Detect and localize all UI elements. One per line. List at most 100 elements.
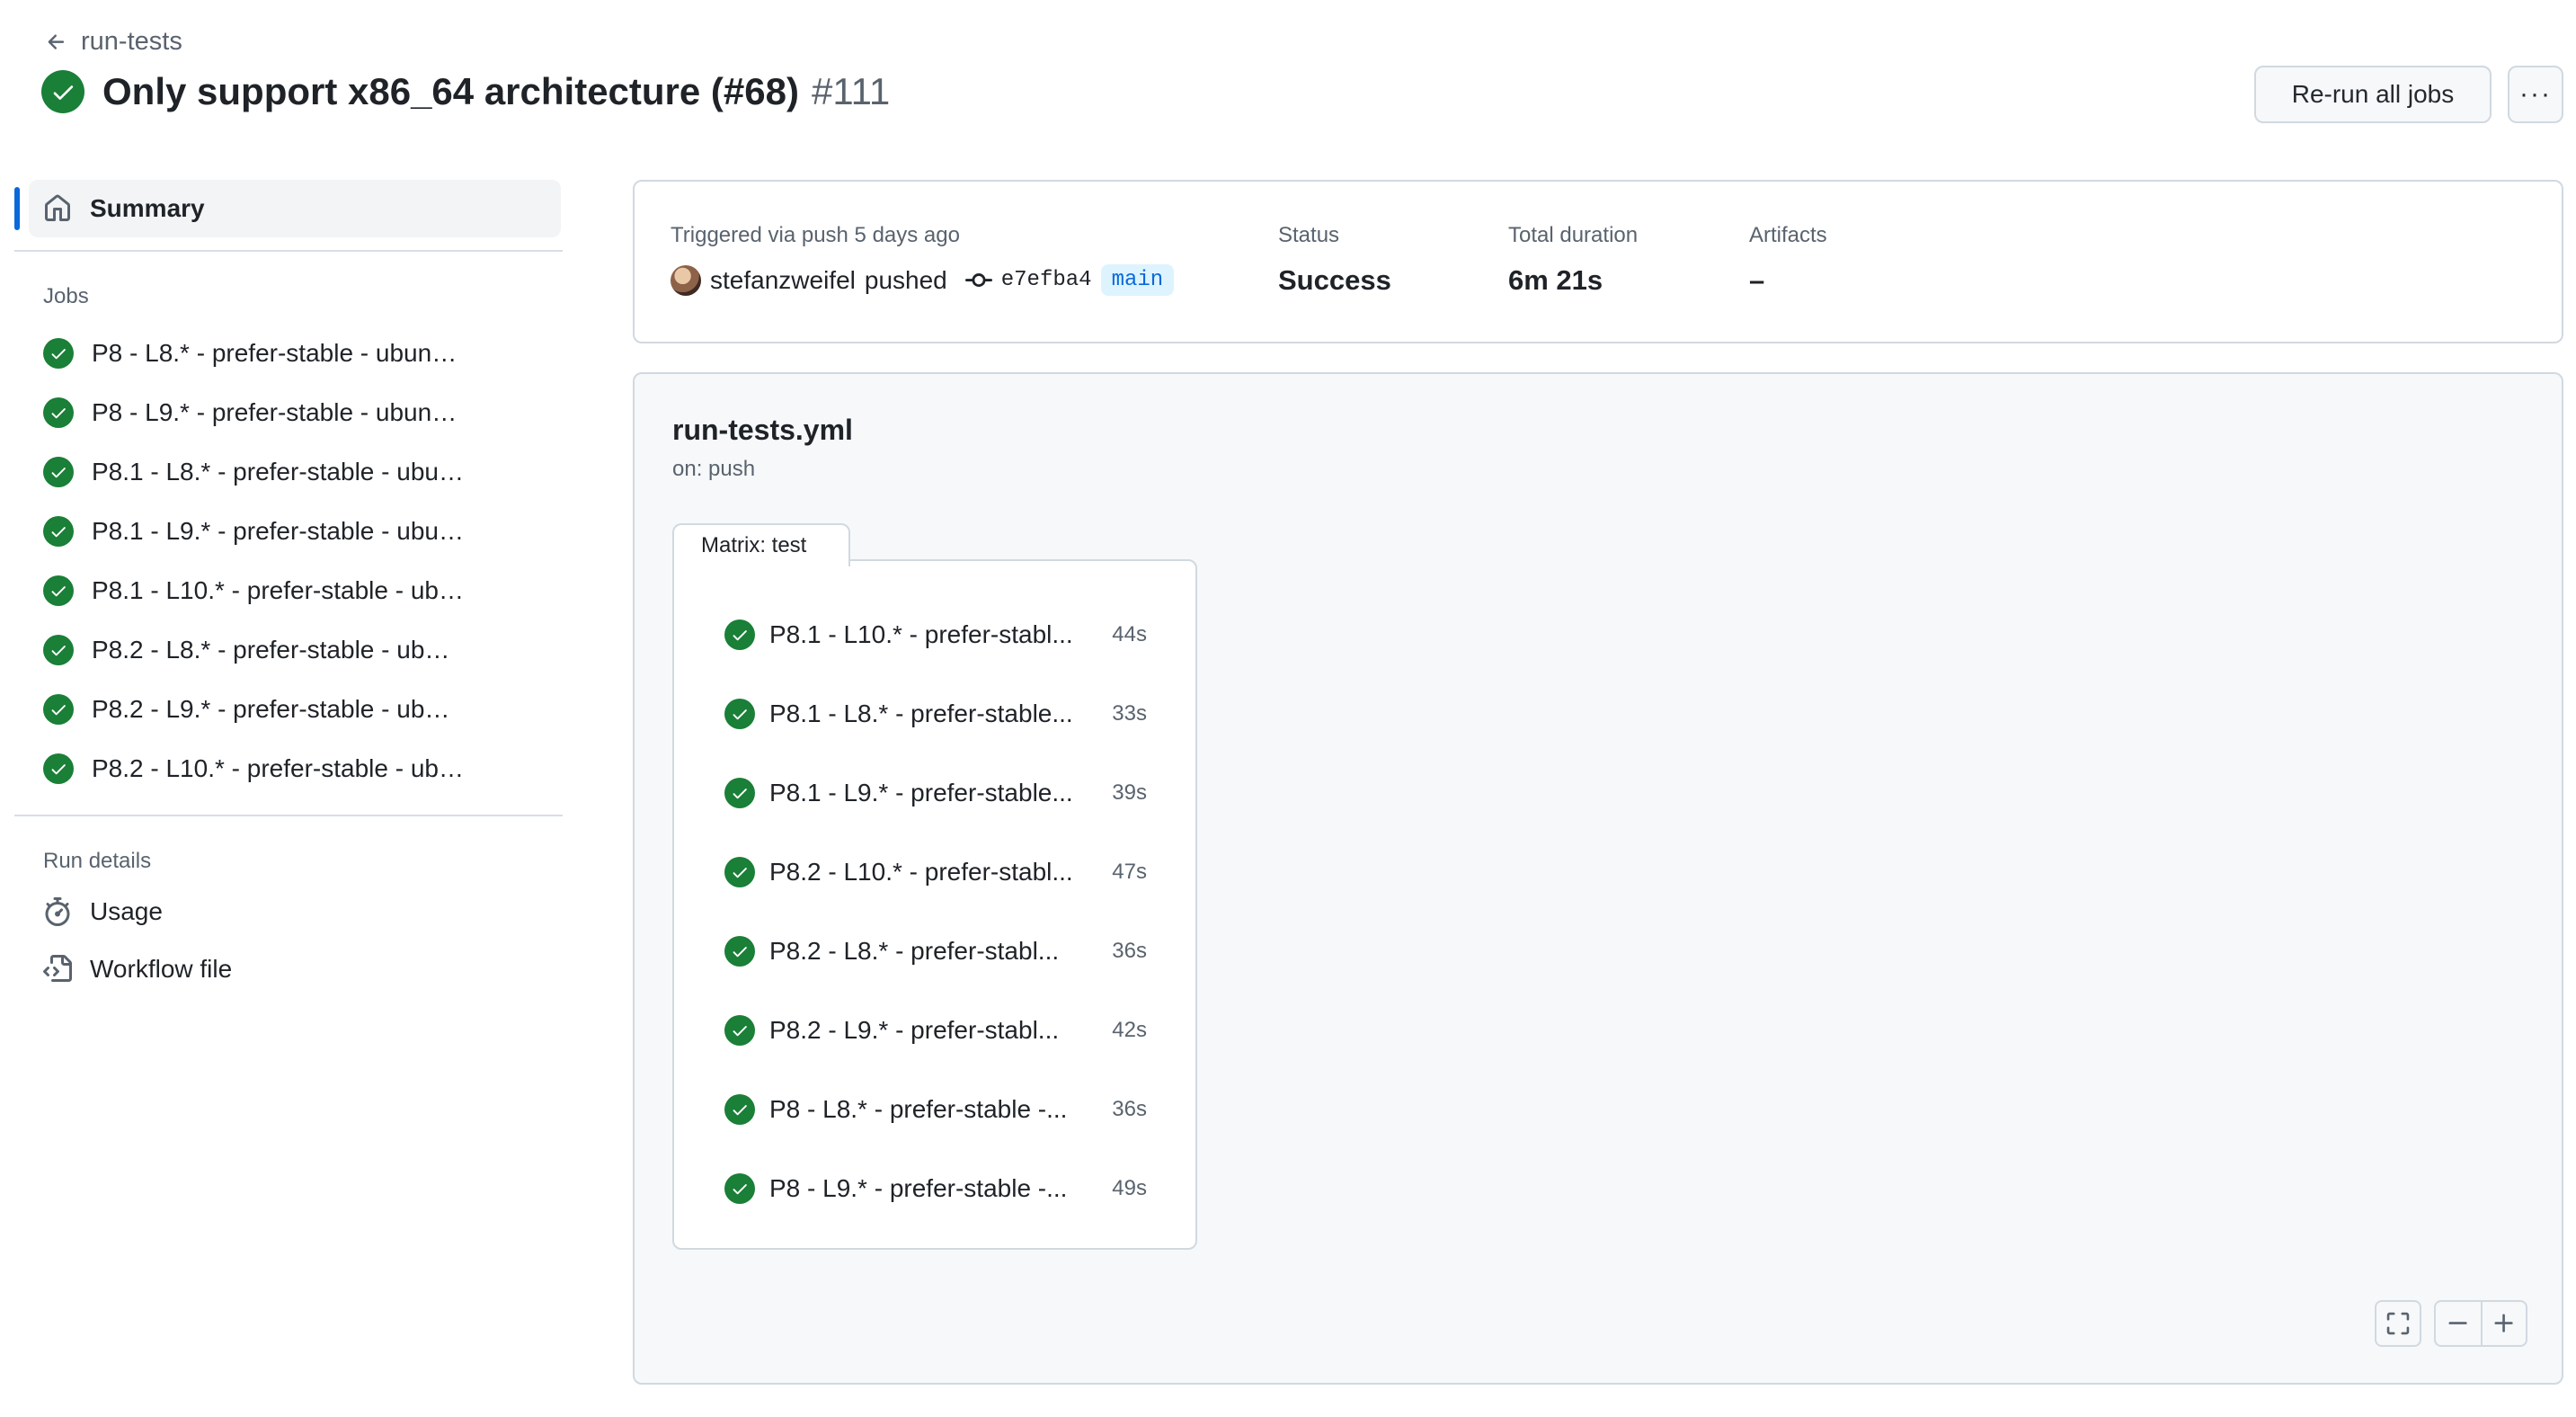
check-circle-icon bbox=[724, 699, 755, 729]
run-title: Only support x86_64 architecture (#68) bbox=[102, 70, 799, 112]
avatar[interactable] bbox=[671, 264, 701, 296]
dash-icon bbox=[2448, 1322, 2467, 1324]
sidebar-item-job[interactable]: P8.2 - L10.* - prefer-stable - ub… bbox=[14, 739, 563, 798]
check-circle-icon bbox=[724, 778, 755, 808]
sidebar: Summary Jobs P8 - L8.* - prefer-stable -… bbox=[14, 180, 563, 998]
sidebar-item-job[interactable]: P8.1 - L8.* - prefer-stable - ubu… bbox=[14, 442, 563, 502]
matrix-job-item[interactable]: P8.1 - L10.* - prefer-stabl... 44s bbox=[674, 595, 1195, 674]
zoom-in-button[interactable] bbox=[2481, 1302, 2526, 1345]
matrix-job-item[interactable]: P8.2 - L10.* - prefer-stabl... 47s bbox=[674, 833, 1195, 912]
branch-badge[interactable]: main bbox=[1100, 264, 1175, 296]
matrix-job-duration: 47s bbox=[1112, 860, 1147, 884]
trigger-label: Triggered via push 5 days ago bbox=[671, 223, 960, 247]
matrix-job-label: P8.1 - L9.* - prefer-stable... bbox=[769, 779, 1073, 807]
sidebar-item-summary[interactable]: Summary bbox=[14, 180, 561, 237]
matrix-job-item[interactable]: P8 - L9.* - prefer-stable -... 49s bbox=[674, 1149, 1195, 1228]
matrix-job-duration: 44s bbox=[1112, 622, 1147, 646]
arrow-left-icon bbox=[48, 33, 65, 49]
page-title-row: Only support x86_64 architecture (#68) #1… bbox=[41, 70, 890, 113]
matrix-job-label: P8 - L9.* - prefer-stable -... bbox=[769, 1174, 1068, 1202]
back-link-label: run-tests bbox=[81, 27, 182, 56]
matrix-job-label: P8.2 - L9.* - prefer-stabl... bbox=[769, 1016, 1060, 1044]
matrix-job-duration: 42s bbox=[1112, 1018, 1147, 1042]
matrix-job-item[interactable]: P8 - L8.* - prefer-stable -... 36s bbox=[674, 1070, 1195, 1149]
sidebar-item-job[interactable]: P8.2 - L9.* - prefer-stable - ub… bbox=[14, 680, 563, 739]
sidebar-item-job[interactable]: P8 - L9.* - prefer-stable - ubun… bbox=[14, 383, 563, 442]
sidebar-item-job[interactable]: P8.2 - L8.* - prefer-stable - ub… bbox=[14, 620, 563, 680]
job-label: P8.1 - L10.* - prefer-stable - ub… bbox=[92, 576, 464, 604]
check-circle-icon bbox=[41, 70, 84, 113]
rerun-all-jobs-button[interactable]: Re-run all jobs bbox=[2254, 66, 2492, 123]
jobs-heading: Jobs bbox=[43, 284, 89, 308]
check-circle-icon bbox=[43, 635, 74, 665]
check-circle-icon bbox=[724, 1094, 755, 1125]
more-options-button[interactable]: ··· bbox=[2508, 66, 2563, 123]
matrix-job-item[interactable]: P8.2 - L8.* - prefer-stabl... 36s bbox=[674, 912, 1195, 991]
page-title: Only support x86_64 architecture (#68) #1… bbox=[102, 70, 890, 113]
duration-value: 6m 21s bbox=[1508, 264, 1603, 296]
sidebar-item-usage[interactable]: Usage bbox=[14, 883, 563, 940]
sidebar-item-workflow-file[interactable]: Workflow file bbox=[14, 940, 563, 998]
actor-name[interactable]: stefanzweifel bbox=[710, 266, 856, 295]
check-circle-icon bbox=[43, 694, 74, 725]
matrix-job-item[interactable]: P8.1 - L8.* - prefer-stable... 33s bbox=[674, 674, 1195, 753]
matrix-job-label: P8.1 - L10.* - prefer-stabl... bbox=[769, 620, 1073, 648]
matrix-job-duration: 36s bbox=[1112, 939, 1147, 963]
back-link[interactable]: run-tests bbox=[45, 27, 182, 57]
matrix-job-label: P8.2 - L8.* - prefer-stabl... bbox=[769, 937, 1060, 965]
check-circle-icon bbox=[724, 1015, 755, 1046]
stopwatch-icon bbox=[45, 897, 70, 926]
check-circle-icon bbox=[43, 516, 74, 547]
fullscreen-button[interactable] bbox=[2375, 1300, 2421, 1347]
job-label: P8.1 - L8.* - prefer-stable - ubu… bbox=[92, 458, 464, 486]
matrix-job-label: P8.1 - L8.* - prefer-stable... bbox=[769, 700, 1073, 727]
matrix-job-duration: 33s bbox=[1112, 701, 1147, 726]
duration-column: Total duration 6m 21s bbox=[1508, 223, 1638, 297]
sidebar-item-job[interactable]: P8 - L8.* - prefer-stable - ubun… bbox=[14, 324, 563, 383]
check-circle-icon bbox=[724, 857, 755, 887]
artifacts-value: – bbox=[1749, 264, 1765, 296]
plus-icon bbox=[2494, 1314, 2513, 1332]
job-label: P8.2 - L10.* - prefer-stable - ub… bbox=[92, 754, 464, 782]
check-circle-icon bbox=[724, 619, 755, 650]
matrix-job-duration: 39s bbox=[1112, 780, 1147, 805]
status-value: Success bbox=[1278, 264, 1391, 296]
sidebar-item-label: Workflow file bbox=[90, 955, 233, 983]
workflow-graph: run-tests.yml on: push Matrix: test P8.1… bbox=[633, 372, 2563, 1385]
actor-action: pushed bbox=[864, 265, 947, 294]
trigger-value: stefanzweifel pushed e7efba4 main bbox=[671, 264, 1175, 296]
sidebar-item-label: Summary bbox=[90, 194, 205, 222]
trigger-column: Triggered via push 5 days ago stefanzwei… bbox=[671, 223, 1175, 296]
job-label: P8.2 - L8.* - prefer-stable - ub… bbox=[92, 636, 450, 664]
matrix-job-item[interactable]: P8.2 - L9.* - prefer-stabl... 42s bbox=[674, 991, 1195, 1070]
sidebar-divider bbox=[14, 815, 563, 816]
status-label: Status bbox=[1278, 223, 1340, 247]
matrix-job-label: P8 - L8.* - prefer-stable -... bbox=[769, 1095, 1068, 1123]
commit-sha-link[interactable]: e7efba4 bbox=[1001, 268, 1092, 292]
check-circle-icon bbox=[43, 338, 74, 369]
check-circle-icon bbox=[43, 397, 74, 428]
sidebar-item-label: Usage bbox=[90, 897, 163, 925]
matrix-job-item[interactable]: P8.1 - L9.* - prefer-stable... 39s bbox=[674, 753, 1195, 833]
check-circle-icon bbox=[724, 1173, 755, 1204]
zoom-out-button[interactable] bbox=[2436, 1302, 2481, 1345]
matrix-job-label: P8.2 - L10.* - prefer-stabl... bbox=[769, 858, 1073, 886]
zoom-controls bbox=[2434, 1300, 2527, 1347]
workflow-name: run-tests.yml bbox=[672, 414, 853, 446]
matrix-job-duration: 49s bbox=[1112, 1176, 1147, 1200]
run-number: #111 bbox=[811, 70, 891, 112]
check-circle-icon bbox=[43, 457, 74, 487]
job-list: P8 - L8.* - prefer-stable - ubun… P8 - L9… bbox=[14, 324, 563, 798]
check-circle-icon bbox=[724, 936, 755, 967]
job-label: P8.1 - L9.* - prefer-stable - ubu… bbox=[92, 517, 464, 545]
run-details-heading: Run details bbox=[43, 849, 152, 873]
job-label: P8 - L9.* - prefer-stable - ubun… bbox=[92, 398, 457, 426]
artifacts-label: Artifacts bbox=[1749, 223, 1827, 247]
sidebar-divider bbox=[14, 250, 563, 252]
sidebar-item-job[interactable]: P8.1 - L10.* - prefer-stable - ub… bbox=[14, 561, 563, 620]
job-label: P8 - L8.* - prefer-stable - ubun… bbox=[92, 339, 457, 367]
matrix-job-duration: 36s bbox=[1112, 1097, 1147, 1121]
sidebar-item-job[interactable]: P8.1 - L9.* - prefer-stable - ubu… bbox=[14, 502, 563, 561]
home-icon bbox=[45, 194, 70, 221]
job-label: P8.2 - L9.* - prefer-stable - ub… bbox=[92, 695, 450, 723]
